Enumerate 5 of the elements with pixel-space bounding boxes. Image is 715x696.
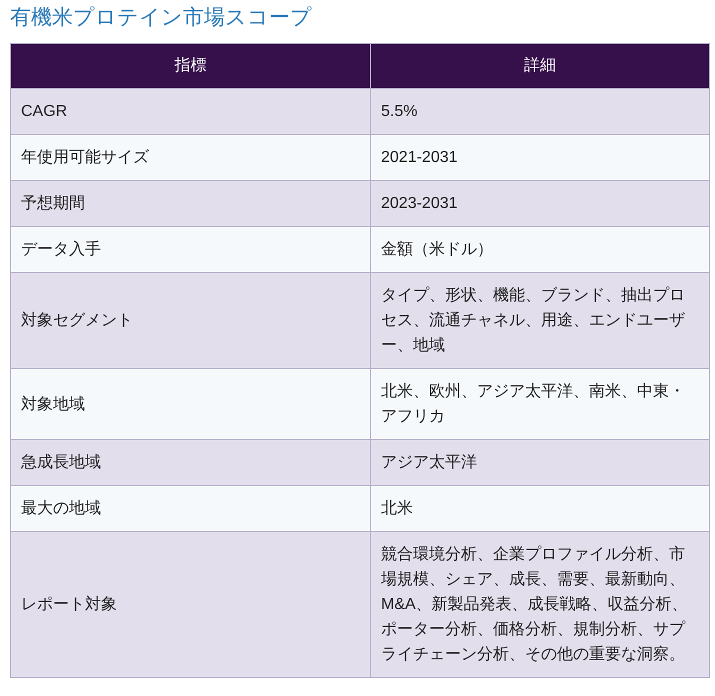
- column-header: 指標: [10, 44, 370, 88]
- table-cell: 競合環境分析、企業プロファイル分析、市場規模、シェア、成長、需要、最新動向、M&A、新製品発表、成長戦略、収益分析、ポーター分析、価格分析、規制分析、サプライチェーン分析、その他の重要な洞察。: [370, 532, 710, 678]
- column-header: 詳細: [370, 44, 710, 88]
- table-title: 有機米プロテイン市場スコープ: [10, 5, 312, 31]
- table-cell: レポート対象: [10, 532, 370, 678]
